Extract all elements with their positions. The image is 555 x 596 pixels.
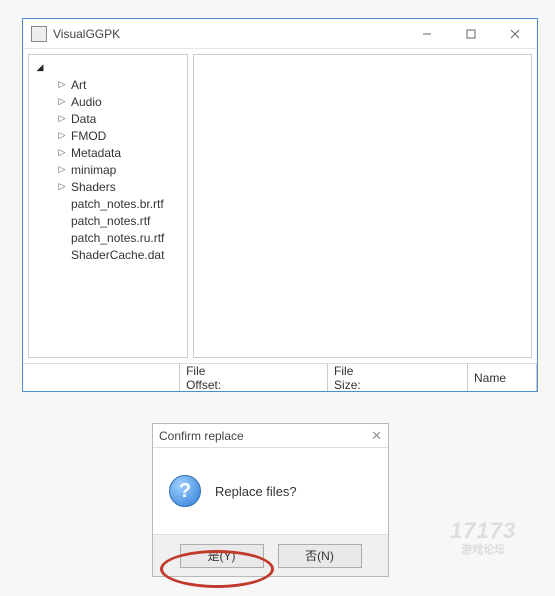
name-label: Name	[474, 371, 506, 385]
tree-item-label: Shaders	[71, 180, 116, 194]
tree-item-label: FMOD	[71, 129, 106, 143]
tree-item-label: ShaderCache.dat	[71, 248, 164, 262]
no-button[interactable]: 否(N)	[278, 544, 362, 568]
tree-root[interactable]: ◢	[31, 59, 185, 76]
tree-folder[interactable]: ▷ minimap	[31, 161, 185, 178]
chevron-right-icon[interactable]: ▷	[57, 80, 67, 90]
tree-item-label: minimap	[71, 163, 116, 177]
chevron-right-icon[interactable]: ▷	[57, 114, 67, 124]
tree-item-label: patch_notes.ru.rtf	[71, 231, 164, 245]
tree-item-label: Art	[71, 78, 86, 92]
yes-button[interactable]: 是(Y)	[180, 544, 264, 568]
dialog-body: ? Replace files?	[153, 448, 388, 534]
titlebar: VisualGGPK	[23, 19, 537, 49]
chevron-down-icon[interactable]: ◢	[35, 63, 45, 73]
tree-item-label: patch_notes.br.rtf	[71, 197, 164, 211]
chevron-right-icon[interactable]: ▷	[57, 131, 67, 141]
minimize-icon	[422, 29, 432, 39]
tree-folder[interactable]: ▷ Art	[31, 76, 185, 93]
main-window: VisualGGPK ◢ ▷ Art ▷ Audio ▷ Data ▷ FMOD ▷ Metada…	[22, 18, 538, 392]
name-cell: Name	[468, 364, 537, 391]
file-size-cell: File Size:	[328, 364, 468, 391]
tree-folder[interactable]: ▷ Data	[31, 110, 185, 127]
question-icon: ?	[169, 475, 201, 507]
dialog-message: Replace files?	[215, 484, 297, 499]
tree-folder[interactable]: ▷ Metadata	[31, 144, 185, 161]
watermark-line2: 游戏论坛	[450, 544, 516, 557]
tree-item-label: Audio	[71, 95, 102, 109]
tree-file[interactable]: patch_notes.br.rtf	[31, 195, 185, 212]
dialog-buttons: 是(Y) 否(N)	[153, 534, 388, 576]
tree-folder[interactable]: ▷ Shaders	[31, 178, 185, 195]
name-value[interactable]	[510, 371, 530, 385]
watermark: 17173 游戏论坛	[450, 518, 516, 558]
chevron-right-icon[interactable]: ▷	[57, 165, 67, 175]
tree-folder[interactable]: ▷ Audio	[31, 93, 185, 110]
chevron-right-icon[interactable]: ▷	[57, 148, 67, 158]
minimize-button[interactable]	[405, 20, 449, 48]
maximize-icon	[466, 29, 476, 39]
dialog-title: Confirm replace	[159, 429, 244, 443]
window-title: VisualGGPK	[53, 27, 405, 41]
confirm-dialog: Confirm replace ✕ ? Replace files? 是(Y) …	[152, 423, 389, 577]
chevron-right-icon[interactable]: ▷	[57, 97, 67, 107]
tree-file[interactable]: patch_notes.rtf	[31, 212, 185, 229]
file-offset-cell: File Offset:	[180, 364, 328, 391]
main-body: ◢ ▷Art▷Audio▷Data▷FMOD▷Metadata▷minimap▷…	[23, 49, 537, 363]
file-size-value[interactable]	[381, 371, 461, 385]
dialog-close-button[interactable]: ✕	[371, 428, 382, 444]
file-offset-label: File Offset:	[186, 364, 237, 392]
tree-item-label: Data	[71, 112, 96, 126]
tree-view[interactable]: ◢ ▷Art▷Audio▷Data▷FMOD▷Metadata▷minimap▷…	[28, 54, 188, 358]
chevron-right-icon[interactable]: ▷	[57, 182, 67, 192]
close-icon	[510, 29, 520, 39]
file-offset-value[interactable]	[241, 371, 321, 385]
tree-file[interactable]: ShaderCache.dat	[31, 246, 185, 263]
app-icon	[31, 26, 47, 42]
close-button[interactable]	[493, 20, 537, 48]
tree-item-label: Metadata	[71, 146, 121, 160]
watermark-line1: 17173	[450, 518, 516, 544]
window-controls	[405, 20, 537, 48]
status-bar: File Offset: File Size: Name	[23, 363, 537, 391]
file-size-label: File Size:	[334, 364, 377, 392]
tree-file[interactable]: patch_notes.ru.rtf	[31, 229, 185, 246]
dialog-titlebar: Confirm replace ✕	[153, 424, 388, 448]
tree-folder[interactable]: ▷ FMOD	[31, 127, 185, 144]
content-pane	[193, 54, 532, 358]
tree-item-label: patch_notes.rtf	[71, 214, 150, 228]
maximize-button[interactable]	[449, 20, 493, 48]
status-spacer	[23, 364, 180, 391]
